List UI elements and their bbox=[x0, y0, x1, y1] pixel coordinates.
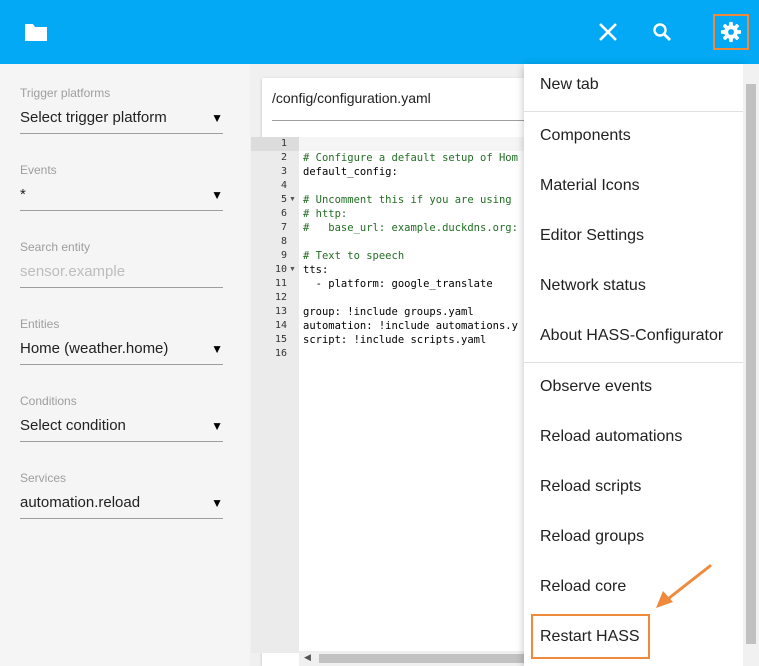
dropdown-arrow-icon: ▼ bbox=[211, 496, 223, 510]
code-line: group: !include groups.yaml bbox=[303, 306, 474, 318]
menu-item-about[interactable]: About HASS-Configurator bbox=[524, 315, 743, 365]
close-icon bbox=[599, 23, 617, 41]
close-button[interactable] bbox=[590, 14, 626, 50]
code-line: # Configure a default setup of Hom bbox=[303, 152, 518, 164]
search-entity-field: Search entity sensor.example bbox=[20, 240, 223, 288]
entities-value: Home (weather.home) bbox=[20, 340, 169, 357]
events-label: Events bbox=[20, 163, 57, 177]
menu-item-reload-scripts[interactable]: Reload scripts bbox=[524, 466, 743, 516]
search-button[interactable] bbox=[644, 14, 680, 50]
code-line: default_config: bbox=[303, 166, 398, 178]
line-number: 16 bbox=[274, 348, 287, 359]
menu-divider bbox=[524, 362, 743, 363]
trigger-platforms-label: Trigger platforms bbox=[20, 86, 111, 100]
trigger-platform-value: Select trigger platform bbox=[20, 109, 167, 126]
entities-label: Entities bbox=[20, 317, 60, 331]
services-label: Services bbox=[20, 471, 67, 485]
line-number: 5 bbox=[280, 194, 287, 205]
line-number: 14 bbox=[274, 320, 287, 331]
folder-icon[interactable] bbox=[24, 22, 48, 42]
menu-item-components[interactable]: Components bbox=[524, 115, 743, 165]
top-bar bbox=[0, 0, 759, 64]
trigger-platform-select[interactable]: Select trigger platform ▼ bbox=[20, 102, 223, 134]
line-number: 3 bbox=[280, 166, 287, 177]
line-number: 2 bbox=[280, 152, 287, 163]
line-number: 10 bbox=[274, 264, 287, 275]
code-line: tts: bbox=[303, 264, 329, 276]
code-line: # base_url: example.duckdns.org: bbox=[303, 222, 518, 234]
entities-select[interactable]: Home (weather.home) ▼ bbox=[20, 333, 223, 365]
code-line: # Text to speech bbox=[303, 250, 405, 262]
line-number: 8 bbox=[280, 236, 287, 247]
conditions-value: Select condition bbox=[20, 417, 126, 434]
dropdown-arrow-icon: ▼ bbox=[211, 111, 223, 125]
code-line: # http: bbox=[303, 208, 348, 220]
dropdown-arrow-icon: ▼ bbox=[211, 188, 223, 202]
annotation-arrow-icon bbox=[656, 564, 712, 608]
dropdown-arrow-icon: ▼ bbox=[211, 342, 223, 356]
events-field: Events * ▼ bbox=[20, 163, 223, 211]
events-select[interactable]: * ▼ bbox=[20, 179, 223, 211]
line-number: 4 bbox=[280, 180, 287, 191]
line-number: 13 bbox=[274, 306, 287, 317]
conditions-select[interactable]: Select condition ▼ bbox=[20, 410, 223, 442]
entities-field: Entities Home (weather.home) ▼ bbox=[20, 317, 223, 365]
line-number: 6 bbox=[280, 208, 287, 219]
line-number: 7 bbox=[280, 222, 287, 233]
fold-arrow-icon[interactable]: ▼ bbox=[289, 196, 296, 203]
horizontal-scrollbar[interactable]: ◀ bbox=[299, 651, 562, 666]
line-number: 15 bbox=[274, 334, 287, 345]
restart-highlight-box bbox=[531, 614, 650, 659]
menu-scrollbar-thumb[interactable] bbox=[746, 84, 756, 644]
conditions-label: Conditions bbox=[20, 394, 77, 408]
settings-button[interactable] bbox=[713, 14, 749, 50]
services-value: automation.reload bbox=[20, 494, 141, 511]
services-select[interactable]: automation.reload ▼ bbox=[20, 487, 223, 519]
line-number: 1 bbox=[280, 138, 287, 149]
trigger-platforms-field: Trigger platforms Select trigger platfor… bbox=[20, 86, 223, 134]
gear-icon bbox=[720, 21, 742, 43]
conditions-field: Conditions Select condition ▼ bbox=[20, 394, 223, 442]
search-icon bbox=[653, 23, 671, 41]
menu-item-material-icons[interactable]: Material Icons bbox=[524, 165, 743, 215]
search-entity-label: Search entity bbox=[20, 240, 91, 254]
code-line: automation: !include automations.y bbox=[303, 320, 518, 332]
menu-divider bbox=[524, 111, 743, 112]
search-entity-input[interactable]: sensor.example bbox=[20, 256, 223, 288]
menu-item-new-tab[interactable]: New tab bbox=[524, 64, 743, 114]
sidebar bbox=[0, 64, 250, 666]
services-field: Services automation.reload ▼ bbox=[20, 471, 223, 519]
fold-arrow-icon[interactable]: ▼ bbox=[289, 266, 296, 273]
line-number: 11 bbox=[274, 278, 287, 289]
code-line: # Uncomment this if you are using bbox=[303, 194, 512, 206]
dropdown-arrow-icon: ▼ bbox=[211, 419, 223, 433]
menu-item-reload-automations[interactable]: Reload automations bbox=[524, 416, 743, 466]
line-number: 9 bbox=[280, 250, 287, 261]
menu-item-editor-settings[interactable]: Editor Settings bbox=[524, 215, 743, 265]
code-line: script: !include scripts.yaml bbox=[303, 334, 487, 346]
code-line: - platform: google_translate bbox=[303, 278, 493, 290]
scrollbar-thumb[interactable] bbox=[319, 654, 539, 663]
menu-item-network-status[interactable]: Network status bbox=[524, 265, 743, 315]
line-number: 12 bbox=[274, 292, 287, 303]
scroll-left-icon[interactable]: ◀ bbox=[304, 652, 311, 663]
events-value: * bbox=[20, 186, 26, 203]
menu-scrollbar[interactable] bbox=[743, 64, 759, 666]
menu-item-observe-events[interactable]: Observe events bbox=[524, 366, 743, 416]
menu-item-reload-groups[interactable]: Reload groups bbox=[524, 516, 743, 566]
file-path[interactable]: /config/configuration.yaml bbox=[272, 90, 431, 106]
file-path-underline bbox=[272, 120, 552, 121]
